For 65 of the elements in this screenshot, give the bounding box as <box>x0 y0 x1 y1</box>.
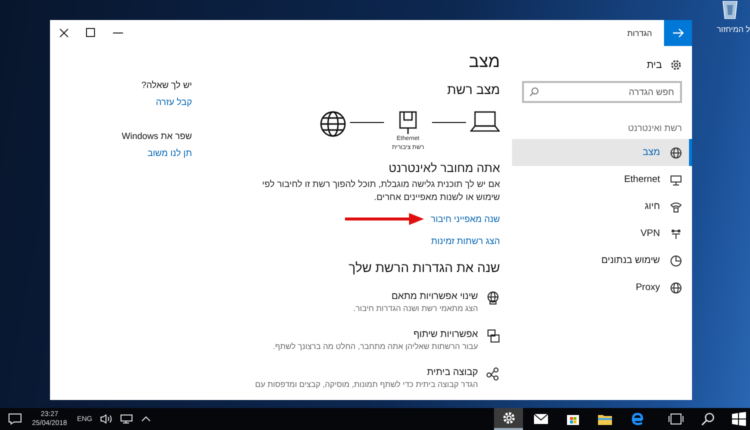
shopping-bag-icon <box>566 412 580 426</box>
share-icon <box>486 367 500 381</box>
maximize-icon <box>86 28 96 38</box>
caret-icon[interactable] <box>141 416 152 422</box>
settings-item-description: הצג מתאמי רשת ושנה הגדרות חיבור. <box>353 304 478 313</box>
recycle-bin-icon[interactable] <box>720 1 740 19</box>
nav-item[interactable]: מצב <box>512 139 692 166</box>
pie-chart-icon <box>670 254 682 266</box>
printer-icon <box>486 329 500 343</box>
status-heading: אתה מחובר לאינטרנט <box>388 161 500 175</box>
monitor-icon <box>670 174 682 186</box>
envelope-icon <box>532 413 548 425</box>
globe-icon <box>670 282 682 294</box>
settings-item[interactable]: שינוי אפשרויות מתאם הצג מתאמי רשת ושנה הגדרות חיבור. <box>353 291 500 313</box>
network-icon <box>670 228 682 240</box>
back-button[interactable] <box>664 20 692 46</box>
search-icon[interactable] <box>701 412 715 426</box>
connection-line <box>432 122 466 124</box>
settings-item[interactable]: אפשרויות שיתוף עבור הרשתות שאליהן אתה מתחבר, החלט מה ברצונך לשתף. <box>272 329 500 351</box>
speaker-icon[interactable] <box>100 414 112 424</box>
notification-icon[interactable] <box>8 413 22 425</box>
monitor-icon[interactable] <box>120 414 134 424</box>
browser-e-icon <box>630 412 644 426</box>
search-icon <box>529 87 539 97</box>
folder-icon <box>596 412 612 426</box>
recycle-bin-label: ל המיחזור <box>716 25 750 34</box>
nav-item[interactable]: חיוג <box>512 193 692 220</box>
ethernet-port-icon <box>399 111 417 135</box>
gear-icon <box>502 411 516 425</box>
settings-item-description: הגדר קבוצה ביתית כדי לשתף תמונות, מוסיקה, קבצים ומדפסות עם <box>255 380 478 389</box>
section-title: שנה את הגדרות הרשת שלך <box>348 260 500 275</box>
section-heading: רשת ואינטרנט <box>627 123 683 135</box>
settings-item[interactable]: קבוצה ביתית הגדר קבוצה ביתית כדי לשתף תמונות, מוסיקה, קבצים ומדפסות עם <box>255 367 500 389</box>
link[interactable]: תן לנו משוב <box>147 148 192 158</box>
laptop-icon <box>470 111 500 133</box>
link[interactable]: הצג רשתות זמינות <box>431 236 500 246</box>
gear-icon <box>670 59 682 71</box>
related-heading: יש לך שאלה? <box>141 80 192 90</box>
related-heading: שפר את Windows <box>122 131 192 141</box>
link[interactable]: קבל עזרה <box>156 97 192 107</box>
taskbar-app-button[interactable] <box>494 408 523 430</box>
nav-item[interactable]: Ethernet <box>512 166 692 193</box>
nav-item[interactable]: Proxy <box>512 274 692 301</box>
link[interactable]: שנה מאפייני חיבור <box>430 214 500 224</box>
nav-item[interactable]: שימוש בנתונים <box>512 247 692 274</box>
settings-item-description: עבור הרשתות שאליהן אתה מתחבר, החלט מה ברצונך לשתף. <box>272 342 478 351</box>
home-nav-item[interactable]: בית <box>512 58 692 72</box>
settings-item-title: קבוצה ביתית <box>426 367 478 378</box>
connection-line <box>350 122 384 124</box>
settings-item-title: שינוי אפשרויות מתאם <box>390 291 478 302</box>
status-description: אם יש לך תוכנית גלישה מוגבלת, תוכל להפוך רשת זו לחיבור לפי שימוש או לשנות מאפיינים אחרים. <box>261 178 500 204</box>
search-field[interactable]: חפש הגדרה <box>522 81 682 103</box>
globe-icon <box>670 146 682 158</box>
nav-item[interactable]: VPN <box>512 220 692 247</box>
windows-logo-icon[interactable] <box>732 412 746 426</box>
task-view-icon[interactable] <box>668 413 684 425</box>
window-title: הגדרות <box>626 28 653 40</box>
globe-icon <box>320 111 346 137</box>
section-title: מצב רשת <box>447 82 500 97</box>
close-icon <box>58 28 68 38</box>
phone-icon <box>670 200 682 212</box>
globe-icon <box>486 291 500 305</box>
page-title: מצב <box>468 52 500 72</box>
arrow-icon <box>672 28 684 38</box>
settings-item-title: אפשרויות שיתוף <box>412 329 478 340</box>
